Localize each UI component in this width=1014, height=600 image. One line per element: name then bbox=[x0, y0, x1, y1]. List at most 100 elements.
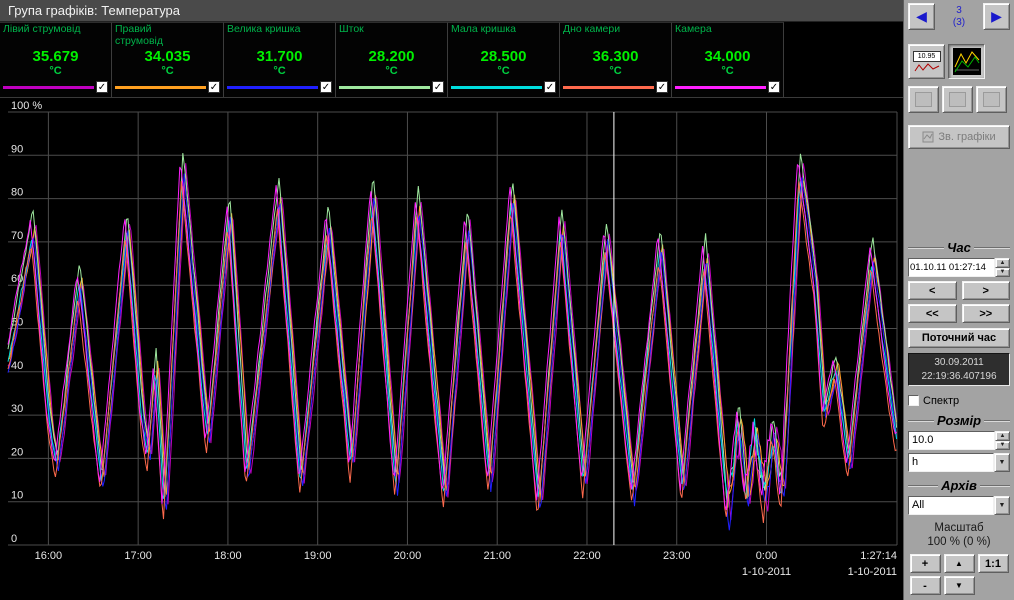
prev-group-button[interactable]: ◀ bbox=[908, 3, 935, 30]
timestamp-date: 30.09.2011 bbox=[909, 356, 1009, 370]
graph-view-button[interactable] bbox=[948, 44, 985, 79]
linked-graphs-icon bbox=[922, 131, 934, 143]
y-tick-label: 0 bbox=[11, 533, 17, 545]
channel-label: Мала кришка bbox=[451, 24, 556, 48]
channel-value: 36.300 bbox=[563, 48, 668, 65]
trend-icon bbox=[914, 63, 940, 72]
archive-section-title: Архів bbox=[908, 478, 1010, 493]
step-buttons: < > bbox=[908, 281, 1010, 300]
pan-up-button[interactable]: ▲ bbox=[944, 554, 975, 573]
x-tick-label: 21:00 bbox=[483, 550, 511, 562]
y-tick-label: 40 bbox=[11, 360, 23, 372]
step-forward-button[interactable]: > bbox=[962, 281, 1011, 300]
size-spinbox: 10.0 ▲ ▼ bbox=[908, 431, 1010, 450]
page-forward-button[interactable]: >> bbox=[962, 304, 1011, 323]
archive-dropdown[interactable]: All ▼ bbox=[908, 496, 1010, 515]
spectrum-label: Спектр bbox=[923, 395, 959, 407]
values-view-button[interactable]: 10.95 bbox=[908, 44, 945, 79]
datetime-up-button[interactable]: ▲ bbox=[995, 258, 1010, 268]
app-window: Група графіків: Температура Лівий струмо… bbox=[0, 0, 1014, 600]
channel-color-line bbox=[227, 86, 318, 89]
tool-icon-2 bbox=[949, 92, 966, 107]
y-tick-label: 70 bbox=[11, 230, 23, 242]
size-section-title: Розмір bbox=[908, 413, 1010, 428]
channel-visible-checkbox[interactable]: ✓ bbox=[320, 81, 332, 93]
channel-unit: °C bbox=[675, 65, 780, 77]
channel-box-4: Шток28.200°C✓ bbox=[336, 22, 448, 97]
channel-box-7: Камера34.000°C✓ bbox=[672, 22, 784, 97]
channel-value: 35.679 bbox=[3, 48, 108, 65]
channel-unit: °C bbox=[339, 65, 444, 77]
trend-chart-svg[interactable]: 100 %908070605040302010016:0017:0018:001… bbox=[0, 98, 903, 600]
size-unit-dropdown[interactable]: h ▼ bbox=[908, 453, 1010, 472]
archive-value: All bbox=[908, 496, 994, 515]
tool-button-3[interactable] bbox=[976, 86, 1007, 113]
page-back-button[interactable]: << bbox=[908, 304, 957, 323]
datetime-spinner: ▲ ▼ bbox=[995, 258, 1010, 277]
size-down-button[interactable]: ▼ bbox=[995, 441, 1010, 451]
tool-button-1[interactable] bbox=[908, 86, 939, 113]
channel-unit: °C bbox=[563, 65, 668, 77]
channel-value: 34.000 bbox=[675, 48, 780, 65]
channel-bottom-row: ✓ bbox=[3, 81, 108, 93]
x-tick-label: 19:00 bbox=[304, 550, 332, 562]
channel-unit: °C bbox=[227, 65, 332, 77]
next-group-button[interactable]: ▶ bbox=[983, 3, 1010, 30]
one-to-one-button[interactable]: 1:1 bbox=[978, 554, 1009, 573]
spectrum-checkbox[interactable] bbox=[908, 395, 919, 406]
channel-visible-checkbox[interactable]: ✓ bbox=[656, 81, 668, 93]
page-number: 3 bbox=[937, 5, 981, 17]
channel-visible-checkbox[interactable]: ✓ bbox=[96, 81, 108, 93]
x-date-label: 1-10-2011 bbox=[742, 566, 791, 578]
channel-color-line bbox=[115, 86, 206, 89]
channel-value: 28.200 bbox=[339, 48, 444, 65]
channel-visible-checkbox[interactable]: ✓ bbox=[544, 81, 556, 93]
series-line-4 bbox=[8, 153, 897, 508]
chart-series bbox=[8, 153, 897, 530]
page-indicator: 3 (3) bbox=[937, 3, 981, 29]
size-section-label: Розмір bbox=[937, 413, 981, 428]
size-field[interactable]: 10.0 bbox=[908, 431, 995, 450]
size-unit-dropdown-button[interactable]: ▼ bbox=[994, 453, 1010, 472]
channel-visible-checkbox[interactable]: ✓ bbox=[768, 81, 780, 93]
channel-value: 28.500 bbox=[451, 48, 556, 65]
zoom-in-button[interactable]: + bbox=[910, 554, 941, 573]
channel-label: Велика кришка bbox=[227, 24, 332, 48]
channel-visible-checkbox[interactable]: ✓ bbox=[208, 81, 220, 93]
trend-chart[interactable]: 100 %908070605040302010016:0017:0018:001… bbox=[0, 98, 903, 600]
time-section-title: Час bbox=[908, 240, 1010, 255]
channel-visible-checkbox[interactable]: ✓ bbox=[432, 81, 444, 93]
channel-box-2: Правий струмовід34.035°C✓ bbox=[112, 22, 224, 97]
x-tick-label: 16:00 bbox=[35, 550, 63, 562]
left-arrow-icon: ◀ bbox=[916, 8, 927, 24]
datetime-field[interactable]: 01.10.11 01:27:14 bbox=[908, 258, 995, 277]
last-update-timestamp: 30.09.2011 22:19:36.407196 bbox=[908, 353, 1010, 386]
page-step-buttons: << >> bbox=[908, 304, 1010, 323]
tool-button-2[interactable] bbox=[942, 86, 973, 113]
current-time-button[interactable]: Поточний час bbox=[908, 328, 1010, 348]
size-up-button[interactable]: ▲ bbox=[995, 431, 1010, 441]
separator-line bbox=[984, 420, 1010, 422]
channel-label: Лівий струмовід bbox=[3, 24, 108, 48]
y-tick-label: 20 bbox=[11, 446, 23, 458]
right-arrow-icon: ▶ bbox=[991, 8, 1002, 24]
datetime-down-button[interactable]: ▼ bbox=[995, 268, 1010, 278]
series-line-5 bbox=[8, 181, 897, 498]
x-tick-label: 22:00 bbox=[573, 550, 601, 562]
channel-bottom-row: ✓ bbox=[563, 81, 668, 93]
size-spinner: ▲ ▼ bbox=[995, 431, 1010, 450]
channel-value: 34.035 bbox=[115, 48, 220, 65]
page-title: Група графіків: Температура bbox=[0, 0, 903, 22]
linked-graphs-button[interactable]: Зв. графіки bbox=[908, 125, 1010, 149]
x-tick-label: 18:00 bbox=[214, 550, 242, 562]
zoom-out-button[interactable]: - bbox=[910, 576, 941, 595]
spectrum-toggle[interactable]: Спектр bbox=[908, 394, 1010, 407]
sidebar: ◀ 3 (3) ▶ 10.95 bbox=[903, 0, 1014, 600]
step-back-button[interactable]: < bbox=[908, 281, 957, 300]
sidebar-spacer bbox=[908, 149, 1010, 240]
x-tick-label: 23:00 bbox=[663, 550, 691, 562]
separator-line bbox=[908, 420, 934, 422]
pan-down-button[interactable]: ▼ bbox=[944, 576, 975, 595]
archive-dropdown-button[interactable]: ▼ bbox=[994, 496, 1010, 515]
y-tick-label: 80 bbox=[11, 187, 23, 199]
